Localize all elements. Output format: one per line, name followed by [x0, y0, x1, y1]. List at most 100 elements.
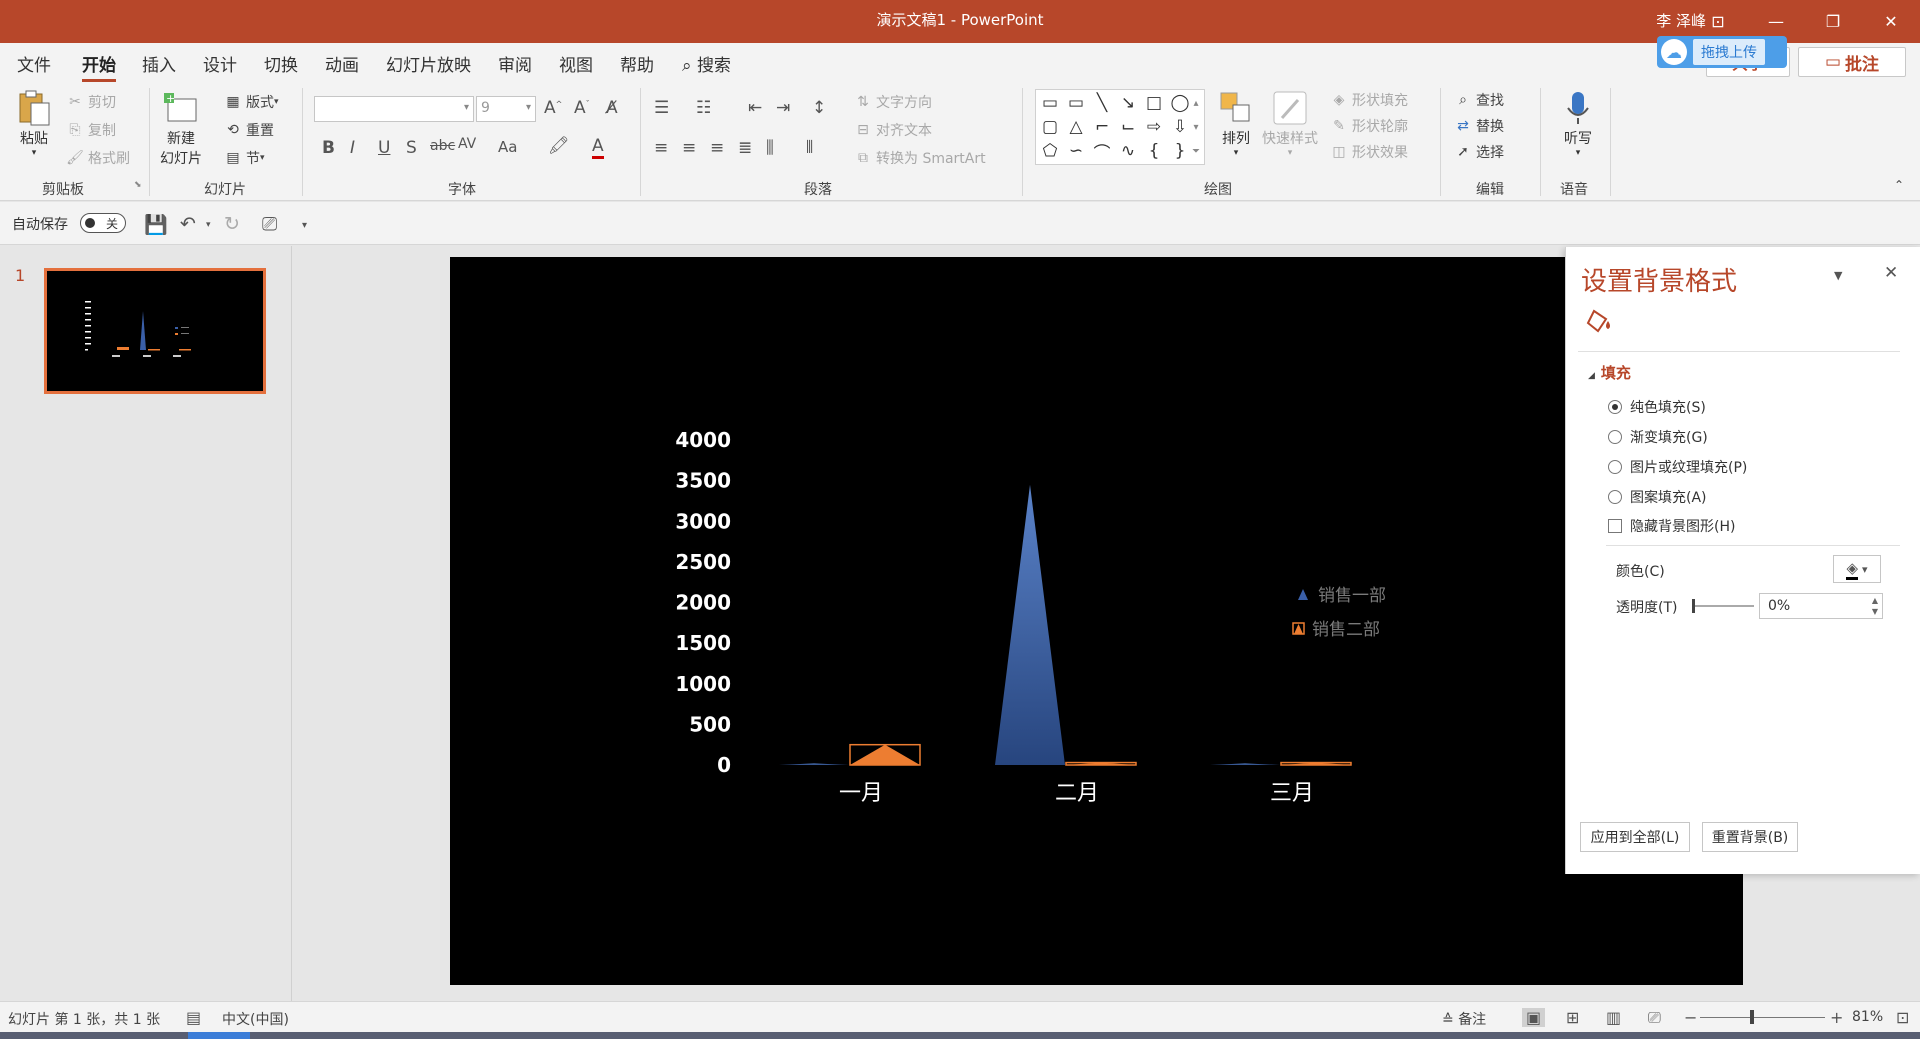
- customize-qat-icon[interactable]: ▾: [302, 220, 307, 231]
- reading-view-icon[interactable]: ▥: [1606, 1008, 1621, 1027]
- zoom-in-icon[interactable]: +: [1830, 1008, 1843, 1027]
- gradient-fill-radio[interactable]: 渐变填充(G): [1608, 427, 1708, 447]
- smartart-button[interactable]: ⧉ 转换为 SmartArt: [854, 148, 986, 168]
- zoom-level[interactable]: 81%: [1852, 1009, 1883, 1025]
- distribute-icon[interactable]: ⫼: [766, 138, 774, 158]
- fill-section-header[interactable]: ◢ 填充: [1588, 362, 1631, 383]
- numbering-icon[interactable]: ☷: [696, 98, 711, 118]
- fit-slide-icon[interactable]: ⊡: [1896, 1008, 1909, 1027]
- undo-dropdown-icon[interactable]: ▾: [206, 220, 211, 230]
- elbow-arrow-icon[interactable]: ⌙: [1117, 116, 1139, 138]
- shape-fill-button[interactable]: ◈ 形状填充: [1330, 90, 1408, 110]
- highlight-icon[interactable]: 🖍: [548, 136, 570, 156]
- arrange-button[interactable]: 排列 ▾: [1216, 88, 1256, 158]
- reset-background-button[interactable]: 重置背景(B): [1702, 822, 1798, 852]
- layout-button[interactable]: ▦ 版式 ▾: [224, 92, 278, 112]
- text-direction-button[interactable]: ⇅ 文字方向: [854, 92, 932, 112]
- scroll-down-icon[interactable]: ▾: [1188, 116, 1204, 138]
- tab-help[interactable]: 帮助: [620, 51, 654, 76]
- font-size-combo[interactable]: 9 ▾: [476, 96, 536, 122]
- hide-graphics-checkbox[interactable]: 隐藏背景图形(H): [1608, 516, 1735, 536]
- format-painter-button[interactable]: 🖌 格式刷: [66, 148, 130, 168]
- dictate-button[interactable]: 听写 ▾: [1558, 88, 1598, 158]
- quick-styles-button[interactable]: 快速样式 ▾: [1262, 88, 1318, 158]
- clear-format-icon[interactable]: A̸: [606, 98, 618, 118]
- pane-options-icon[interactable]: ▼: [1834, 269, 1842, 282]
- undo-icon[interactable]: ↶: [180, 213, 196, 235]
- align-right-icon[interactable]: ≡: [710, 138, 724, 158]
- decrease-font-icon[interactable]: Aˇ: [574, 98, 590, 118]
- change-case-button[interactable]: Aa: [498, 138, 517, 156]
- apply-all-button[interactable]: 应用到全部(L): [1580, 822, 1690, 852]
- scroll-up-icon[interactable]: ▴: [1188, 92, 1204, 114]
- collapse-ribbon-icon[interactable]: ⌃: [1894, 178, 1904, 192]
- textbox-shape-icon[interactable]: ▭: [1039, 92, 1061, 114]
- pattern-fill-radio[interactable]: 图案填充(A): [1608, 487, 1707, 507]
- increase-indent-icon[interactable]: ⇥: [776, 98, 790, 118]
- chart[interactable]: 0 500 1000 1500 2000 2500 3000 3500 4000 一月 二月 三月 销售…: [450, 257, 1743, 985]
- redo-icon[interactable]: ↻: [224, 213, 240, 235]
- tab-home[interactable]: 开始: [82, 51, 116, 82]
- shadow-button[interactable]: S: [406, 138, 417, 158]
- char-spacing-button[interactable]: AV: [458, 136, 476, 152]
- paste-button[interactable]: 粘贴 ▾: [14, 88, 54, 158]
- underline-button[interactable]: U: [378, 138, 390, 158]
- rectangle-shape-icon[interactable]: □: [1143, 92, 1165, 114]
- bold-button[interactable]: B: [322, 138, 335, 158]
- bullets-icon[interactable]: ☰: [654, 98, 669, 118]
- clipboard-launcher-icon[interactable]: ⬊: [134, 180, 142, 190]
- slide-thumbnail[interactable]: [44, 268, 266, 394]
- increase-font-icon[interactable]: A^: [544, 98, 562, 118]
- justify-icon[interactable]: ≣: [738, 138, 752, 158]
- slide-sorter-icon[interactable]: ⊞: [1566, 1008, 1579, 1027]
- slider-thumb[interactable]: [1692, 599, 1695, 613]
- tab-review[interactable]: 审阅: [498, 51, 532, 76]
- line-spacing-icon[interactable]: ↕: [812, 98, 826, 118]
- zoom-out-icon[interactable]: −: [1684, 1008, 1697, 1027]
- tab-animations[interactable]: 动画: [325, 51, 359, 76]
- align-left-icon[interactable]: ≡: [654, 138, 668, 158]
- upload-widget[interactable]: ☁ 拖拽上传: [1657, 36, 1787, 68]
- restore-icon[interactable]: ❐: [1810, 0, 1856, 43]
- more-shapes-icon[interactable]: ⏷: [1188, 140, 1204, 162]
- cut-button[interactable]: ✂ 剪切: [66, 92, 116, 112]
- scribble-shape-icon[interactable]: ∽: [1065, 140, 1087, 162]
- right-arrow-shape-icon[interactable]: ⇨: [1143, 116, 1165, 138]
- color-picker-button[interactable]: ◈ ▾: [1833, 555, 1881, 583]
- tab-insert[interactable]: 插入: [142, 51, 176, 76]
- transparency-slider[interactable]: [1692, 599, 1754, 613]
- save-icon[interactable]: 💾: [144, 213, 168, 236]
- section-button[interactable]: ▤ 节 ▾: [224, 148, 264, 168]
- curve-shape-icon[interactable]: ∿: [1117, 140, 1139, 162]
- tab-design[interactable]: 设计: [203, 51, 237, 76]
- spin-down-icon[interactable]: ▼: [1872, 607, 1878, 616]
- triangle-shape-icon[interactable]: △: [1065, 116, 1087, 138]
- start-slideshow-icon[interactable]: ⎚: [262, 213, 277, 235]
- transparency-input[interactable]: 0% ▲ ▼: [1759, 593, 1883, 619]
- strikethrough-button[interactable]: abc: [430, 138, 455, 154]
- align-center-icon[interactable]: ≡: [682, 138, 696, 158]
- slideshow-view-icon[interactable]: ⎚: [1648, 1008, 1661, 1028]
- zoom-slider-thumb[interactable]: [1750, 1010, 1754, 1024]
- font-name-combo[interactable]: ▾: [314, 96, 474, 122]
- tab-transitions[interactable]: 切换: [264, 51, 298, 76]
- autosave-toggle[interactable]: 关: [80, 213, 126, 233]
- arc-shape-icon[interactable]: ⌒: [1091, 140, 1113, 164]
- picture-fill-radio[interactable]: 图片或纹理填充(P): [1608, 457, 1747, 477]
- columns-icon[interactable]: ⫴: [806, 138, 813, 158]
- elbow-connector-icon[interactable]: ⌐: [1091, 116, 1113, 138]
- pane-close-icon[interactable]: ✕: [1884, 263, 1898, 283]
- shape-effects-button[interactable]: ◫ 形状效果: [1330, 142, 1408, 162]
- comment-button[interactable]: ▭ 批注: [1798, 47, 1906, 77]
- zoom-slider[interactable]: [1700, 1010, 1825, 1024]
- arrow-shape-icon[interactable]: ↘: [1117, 92, 1139, 114]
- fill-bucket-icon[interactable]: [1586, 305, 1616, 335]
- language-indicator[interactable]: 中文(中国): [222, 1009, 289, 1029]
- copy-button[interactable]: ⎘ 复制: [66, 120, 116, 140]
- reset-button[interactable]: ⟲ 重置: [224, 120, 274, 140]
- shape-outline-button[interactable]: ✎ 形状轮廓: [1330, 116, 1408, 136]
- freeform-shape-icon[interactable]: ⬠: [1039, 140, 1061, 162]
- find-button[interactable]: ⌕ 查找: [1454, 90, 1504, 110]
- spellcheck-icon[interactable]: ▤: [186, 1008, 201, 1027]
- new-slide-button[interactable]: + 新建 幻灯片: [160, 88, 202, 168]
